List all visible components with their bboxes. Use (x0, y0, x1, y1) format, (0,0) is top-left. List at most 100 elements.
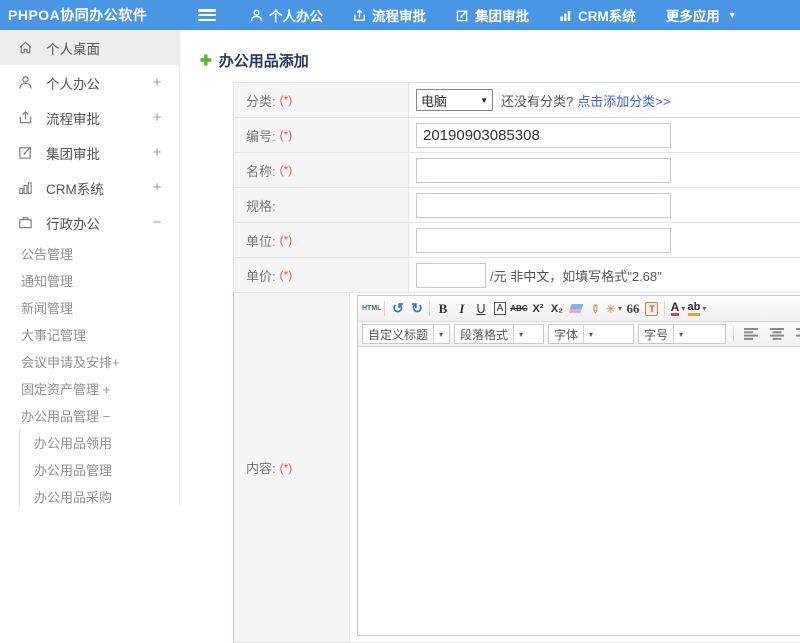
sidebar-item-personal-office[interactable]: 个人办公 + (0, 65, 179, 100)
remove-format-button[interactable] (566, 299, 585, 319)
align-center-button[interactable] (767, 324, 786, 344)
code-input[interactable] (416, 123, 671, 148)
caret-down-icon: ▾ (618, 304, 622, 313)
font-color-button[interactable]: A▾ (668, 299, 687, 319)
font-border-button[interactable]: A (494, 302, 507, 315)
sidebar-item-supplies-claim[interactable]: 办公用品领用 (20, 429, 179, 456)
category-select[interactable]: 电脑 ▼ (416, 89, 493, 111)
expand-plus[interactable]: + (151, 179, 163, 196)
font-size-select[interactable]: 字号 ▾ (638, 324, 726, 344)
category-hint: 还没有分类? (501, 91, 573, 110)
magic-icon: ✳ (606, 302, 616, 316)
price-format-hint: /元 非中文，如填写格式"2.68" (490, 266, 662, 285)
clipboard-icon: T (645, 302, 658, 316)
add-category-link[interactable]: 点击添加分类>> (577, 91, 670, 110)
unit-label: 单位: (246, 231, 276, 250)
select-caret-icon: ▼ (480, 96, 488, 105)
required-marker: (*) (280, 93, 293, 107)
sidebar-item-personal-desktop[interactable]: 个人桌面 (0, 30, 179, 65)
page-title: ✚ 办公用品添加 (180, 30, 800, 72)
required-marker: (*) (280, 163, 293, 177)
sidebar-item-group-approval[interactable]: 集团审批 + (0, 135, 179, 170)
sidebar-item-notice-mgmt[interactable]: 通知管理 (0, 267, 179, 294)
nav-workflow-approval[interactable]: 流程审批 (353, 5, 426, 25)
edit-icon (456, 9, 469, 22)
price-input[interactable] (416, 263, 486, 288)
user-icon (250, 9, 263, 22)
paragraph-format-select[interactable]: 段落格式 ▾ (454, 324, 544, 344)
rich-text-editor: HTML ↺ ↻ B I U A ABC X² X₂ ✏ (357, 295, 800, 636)
sidebar: 个人桌面 个人办公 + 流程审批 + 集团审批 + CRM系统 + 行政办公 − (0, 30, 180, 506)
undo-button[interactable]: ↺ (388, 299, 407, 319)
form-row-name: 名称: (*) (233, 153, 800, 188)
unit-input[interactable] (416, 228, 671, 253)
sidebar-item-admin-office[interactable]: 行政办公 − (0, 205, 179, 240)
form-row-spec: 规格: (233, 188, 800, 223)
sidebar-item-workflow-approval[interactable]: 流程审批 + (0, 100, 179, 135)
nav-more-apps[interactable]: 更多应用 ▼ (666, 5, 737, 25)
nav-crm-system[interactable]: CRM系统 (559, 5, 636, 25)
eraser-icon (568, 304, 583, 313)
required-marker: (*) (280, 233, 293, 247)
font-family-select[interactable]: 字体 ▾ (548, 324, 634, 344)
sidebar-item-supplies-manage[interactable]: 办公用品管理 (20, 456, 179, 483)
heading-select[interactable]: 自定义标题 ▾ (362, 324, 450, 344)
html-source-button[interactable]: HTML (362, 299, 381, 319)
top-nav: 个人办公 流程审批 集团审批 CRM系统 更多应用 ▼ (250, 5, 767, 25)
form-row-content: 内容: (*) HTML ↺ ↻ B I U A ABC (233, 293, 800, 643)
italic-button[interactable]: I (452, 299, 471, 319)
content-label: 内容: (246, 458, 276, 477)
auto-typeset-button[interactable]: ✳▾ (604, 299, 623, 319)
sidebar-item-fixed-assets-mgmt[interactable]: 固定资产管理 + (0, 375, 179, 402)
briefcase-icon (18, 215, 35, 230)
blockquote-button[interactable]: 66 (623, 299, 642, 319)
underline-button[interactable]: U (471, 299, 490, 319)
bar-chart-icon (18, 180, 35, 195)
form-row-unit: 单位: (*) (233, 223, 800, 258)
edit-icon (18, 145, 35, 160)
bar-chart-icon (559, 9, 572, 22)
font-color-icon: A (671, 301, 680, 316)
user-icon (18, 75, 35, 90)
expand-plus[interactable]: + (151, 109, 163, 126)
bold-button[interactable]: B (433, 299, 452, 319)
subscript-button[interactable]: X₂ (547, 299, 566, 319)
nav-group-approval[interactable]: 集团审批 (456, 5, 529, 25)
sidebar-item-events-mgmt[interactable]: 大事记管理 (0, 321, 179, 348)
strikethrough-button[interactable]: ABC (509, 299, 528, 319)
add-plus-icon: ✚ (200, 52, 212, 69)
code-label: 编号: (246, 126, 276, 145)
caret-down-icon: ▼ (728, 10, 737, 20)
superscript-button[interactable]: X² (528, 299, 547, 319)
sidebar-item-meeting-request[interactable]: 会议申请及安排+ (0, 348, 179, 375)
redo-button[interactable]: ↻ (407, 299, 426, 319)
main-content: ✚ 办公用品添加 分类: (*) 电脑 ▼ 还没有分类? 点击添加分类>> 编号… (180, 30, 800, 506)
price-label: 单价: (246, 266, 276, 285)
align-left-button[interactable] (741, 324, 760, 344)
expand-plus[interactable]: + (151, 74, 163, 91)
sidebar-item-supplies-purchase[interactable]: 办公用品采购 (20, 483, 179, 506)
spec-input[interactable] (416, 193, 671, 218)
name-input[interactable] (416, 158, 671, 183)
caret-down-icon: ▾ (702, 304, 706, 313)
nav-personal-office[interactable]: 个人办公 (250, 5, 323, 25)
sidebar-item-news-mgmt[interactable]: 新闻管理 (0, 294, 179, 321)
collapse-minus[interactable]: − (151, 214, 163, 231)
page-title-text: 办公用品添加 (219, 50, 309, 71)
format-painter-button[interactable]: ✏ (585, 299, 604, 319)
form-row-price: 单价: (*) /元 非中文，如填写格式"2.68" (233, 258, 800, 293)
admin-office-submenu: 公告管理 通知管理 新闻管理 大事记管理 会议申请及安排+ 固定资产管理 + 办… (0, 240, 179, 506)
sidebar-item-announcement-mgmt[interactable]: 公告管理 (0, 240, 179, 267)
sidebar-item-crm-system[interactable]: CRM系统 + (0, 170, 179, 205)
highlight-color-button[interactable]: ab▾ (687, 299, 706, 319)
editor-toolbar-row2: 自定义标题 ▾ 段落格式 ▾ 字体 ▾ 字号 ▾ (358, 322, 800, 347)
top-header: PHPOA协同办公软件 个人办公 流程审批 集团审批 CRM系统 (0, 0, 800, 30)
paste-as-text-button[interactable]: T (642, 299, 661, 319)
editor-content-area[interactable] (358, 347, 800, 635)
expand-plus[interactable]: + (151, 144, 163, 161)
highlight-icon: ab (688, 301, 701, 316)
caret-down-icon: ▾ (513, 325, 528, 343)
hamburger-menu-icon[interactable] (198, 9, 216, 21)
sidebar-item-office-supplies-mgmt[interactable]: 办公用品管理 − (0, 402, 179, 429)
align-right-button[interactable] (793, 324, 800, 344)
